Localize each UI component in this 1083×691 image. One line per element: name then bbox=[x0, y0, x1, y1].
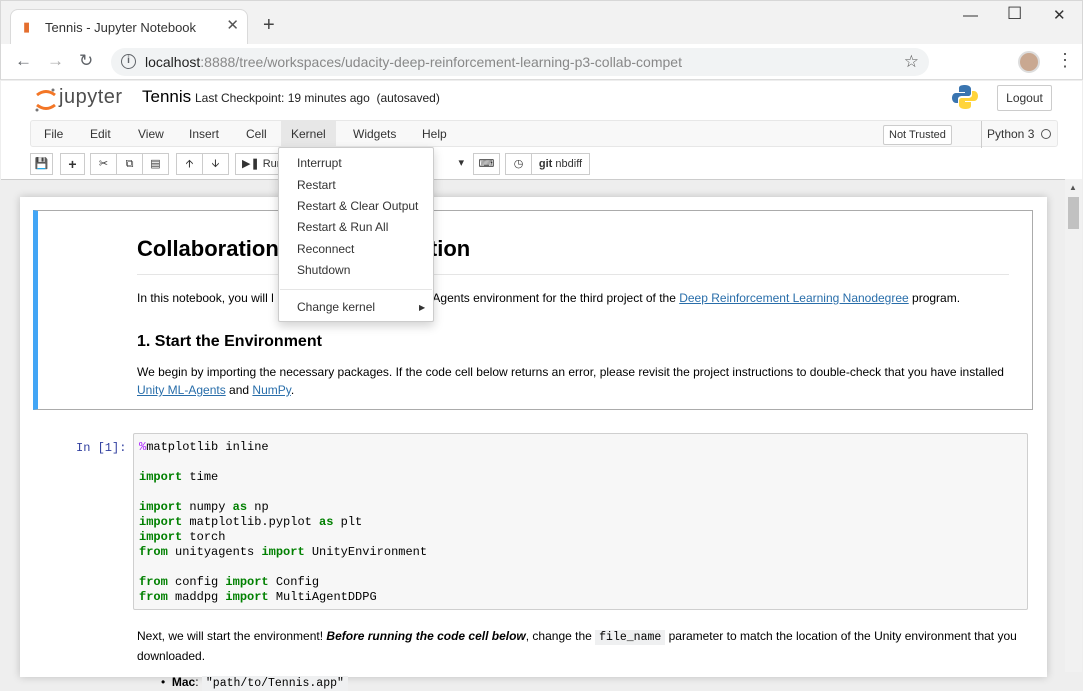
notebook-area: Collaboration ition In this notebook, you… bbox=[1, 179, 1065, 691]
site-info-icon[interactable]: i bbox=[121, 54, 136, 69]
reload-icon[interactable]: ↻ bbox=[79, 51, 93, 71]
trusted-status-button[interactable]: Not Trusted bbox=[883, 125, 952, 145]
code-line: import time bbox=[139, 470, 219, 484]
keyboard-icon[interactable]: ⌨ bbox=[473, 153, 500, 175]
kernel-menu-reconnect[interactable]: Reconnect bbox=[297, 242, 354, 256]
section-heading: 1. Start the Environment bbox=[137, 333, 322, 350]
menu-divider bbox=[280, 289, 432, 290]
code-line: import torch bbox=[139, 530, 226, 544]
close-tab-icon[interactable]: ✕ bbox=[226, 18, 239, 34]
packages-paragraph: We begin by importing the necessary pack… bbox=[137, 365, 1004, 397]
numpy-link[interactable]: NumPy bbox=[252, 383, 290, 397]
notebook-page: Collaboration ition In this notebook, you… bbox=[20, 197, 1047, 691]
unity-ml-agents-link[interactable]: Unity ML-Agents bbox=[137, 383, 226, 397]
code-line: from maddpg import MultiAgentDDPG bbox=[139, 590, 377, 604]
menu-help[interactable]: Help bbox=[412, 121, 457, 148]
nanodegree-link[interactable]: Deep Reinforcement Learning Nanodegree bbox=[679, 291, 908, 305]
kernel-name: Python 3 bbox=[981, 121, 1034, 148]
clock-icon[interactable]: ◷ bbox=[505, 153, 532, 175]
copy-button[interactable]: ⧉ bbox=[116, 153, 143, 175]
code-line: from unityagents import UnityEnvironment bbox=[139, 545, 428, 559]
scroll-up-icon[interactable]: ▲ bbox=[1069, 183, 1077, 192]
tab-title: Tennis - Jupyter Notebook bbox=[45, 20, 197, 35]
python-logo-icon bbox=[952, 85, 978, 109]
new-tab-icon[interactable]: + bbox=[263, 15, 275, 35]
move-down-button[interactable]: 🡫 bbox=[202, 153, 229, 175]
move-up-button[interactable]: 🡩 bbox=[176, 153, 203, 175]
back-icon[interactable]: ← bbox=[15, 51, 32, 71]
menu-widgets[interactable]: Widgets bbox=[343, 121, 406, 148]
scrollbar-thumb[interactable] bbox=[1068, 197, 1079, 229]
forward-icon[interactable]: → bbox=[47, 51, 64, 71]
page-scrollbar[interactable]: ▲ bbox=[1065, 179, 1082, 672]
kernel-menu-restart-run-all[interactable]: Restart & Run All bbox=[297, 220, 388, 234]
checkpoint-status: Last Checkpoint: 19 minutes ago (autosav… bbox=[195, 91, 440, 105]
notebook-menubar: File Edit View Insert Cell Kernel Widget… bbox=[30, 120, 1058, 148]
kernel-menu-restart[interactable]: Restart bbox=[297, 178, 336, 192]
menu-kernel[interactable]: Kernel bbox=[281, 121, 336, 148]
notebook-title[interactable]: Tennis bbox=[142, 87, 191, 107]
menu-insert[interactable]: Insert bbox=[179, 121, 229, 148]
code-line: import numpy as np bbox=[139, 500, 269, 514]
intro-paragraph: In this notebook, you will l ML-Agents en… bbox=[137, 291, 961, 305]
logout-button[interactable]: Logout bbox=[997, 85, 1052, 111]
menu-cell[interactable]: Cell bbox=[236, 121, 277, 148]
menu-view[interactable]: View bbox=[128, 121, 174, 148]
code-line: from config import Config bbox=[139, 575, 320, 589]
nbdiff-button[interactable]: git nbdiff bbox=[531, 153, 590, 175]
cell-prompt: In [1]: bbox=[76, 441, 127, 455]
code-line: import matplotlib.pyplot as plt bbox=[139, 515, 363, 529]
cut-button[interactable]: ✂ bbox=[90, 153, 117, 175]
insert-cell-button[interactable]: + bbox=[60, 153, 85, 175]
browser-menu-icon[interactable]: ⋮ bbox=[1056, 50, 1074, 70]
jupyter-logo-text[interactable]: jupyter bbox=[59, 86, 123, 109]
save-button[interactable]: 💾 bbox=[30, 153, 53, 175]
paste-button[interactable]: ▤ bbox=[142, 153, 169, 175]
address-bar[interactable]: i localhost:8888/tree/workspaces/udacity… bbox=[111, 48, 929, 76]
maximize-icon[interactable]: ☐ bbox=[1007, 5, 1022, 23]
menu-edit[interactable]: Edit bbox=[80, 121, 121, 148]
kernel-menu-interrupt[interactable]: Interrupt bbox=[297, 156, 342, 170]
browser-toolbar: ← → ↻ i localhost:8888/tree/workspaces/u… bbox=[0, 44, 1083, 80]
minimize-icon[interactable]: — bbox=[963, 7, 978, 25]
kernel-dropdown-menu: Interrupt Restart Restart & Clear Output… bbox=[278, 147, 434, 322]
code-line: %matplotlib inline bbox=[139, 440, 269, 454]
kernel-menu-shutdown[interactable]: Shutdown bbox=[297, 263, 350, 277]
environment-paragraph: Next, we will start the environment! Bef… bbox=[137, 629, 1017, 663]
browser-titlebar: ▮ Tennis - Jupyter Notebook ✕ + — ☐ ✕ bbox=[0, 0, 1083, 45]
kernel-idle-icon bbox=[1041, 129, 1051, 139]
bookmark-star-icon[interactable]: ☆ bbox=[904, 52, 919, 72]
kernel-menu-restart-clear[interactable]: Restart & Clear Output bbox=[297, 199, 418, 213]
jupyter-header: jupyter Tennis Last Checkpoint: 19 minut… bbox=[1, 81, 1082, 179]
kernel-menu-change-kernel[interactable]: Change kernel bbox=[297, 300, 375, 314]
url-text: localhost:8888/tree/workspaces/udacity-d… bbox=[145, 54, 682, 70]
profile-avatar[interactable] bbox=[1018, 51, 1040, 73]
notebook-favicon-icon: ▮ bbox=[23, 19, 31, 34]
list-item: • Mac: "path/to/Tennis.app" bbox=[161, 675, 348, 691]
close-window-icon[interactable]: ✕ bbox=[1053, 7, 1066, 25]
submenu-arrow-icon: ▶ bbox=[419, 303, 426, 312]
menu-file[interactable]: File bbox=[34, 121, 73, 148]
browser-tab[interactable]: ▮ Tennis - Jupyter Notebook ✕ bbox=[10, 9, 248, 45]
code-cell[interactable]: %matplotlib inline import time import nu… bbox=[133, 433, 1028, 610]
heading-divider bbox=[137, 274, 1009, 275]
